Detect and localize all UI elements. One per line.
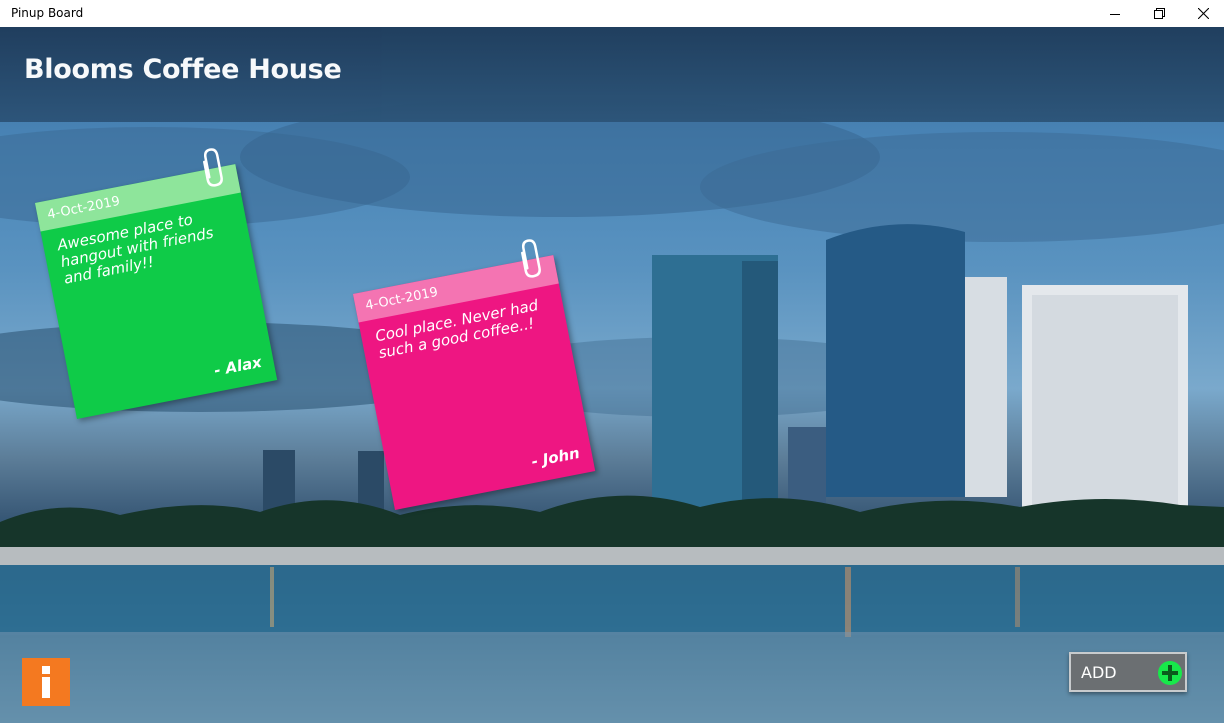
app-header: Blooms Coffee House — [0, 27, 1224, 122]
minimize-icon — [1110, 13, 1120, 15]
add-button-label: ADD — [1081, 663, 1117, 682]
page-title: Blooms Coffee House — [24, 54, 342, 85]
note-author: - John — [529, 443, 582, 471]
sticky-note[interactable]: 4-Oct-2019 Cool place. Never had such a … — [353, 239, 596, 510]
window-titlebar: Pinup Board — [0, 0, 1224, 27]
window-title: Pinup Board — [11, 6, 84, 20]
sticky-note[interactable]: 4-Oct-2019 Awesome place to hangout with… — [35, 148, 278, 419]
plus-circle-icon — [1158, 661, 1182, 685]
info-button[interactable] — [22, 658, 70, 706]
app-footer — [0, 632, 1224, 723]
minimize-button[interactable] — [1093, 0, 1137, 27]
note-author: - Alax — [212, 352, 264, 380]
restore-button[interactable] — [1137, 0, 1181, 27]
restore-icon — [1153, 8, 1165, 19]
add-note-button[interactable]: ADD — [1069, 652, 1187, 692]
close-icon — [1197, 8, 1209, 19]
close-button[interactable] — [1181, 0, 1224, 27]
